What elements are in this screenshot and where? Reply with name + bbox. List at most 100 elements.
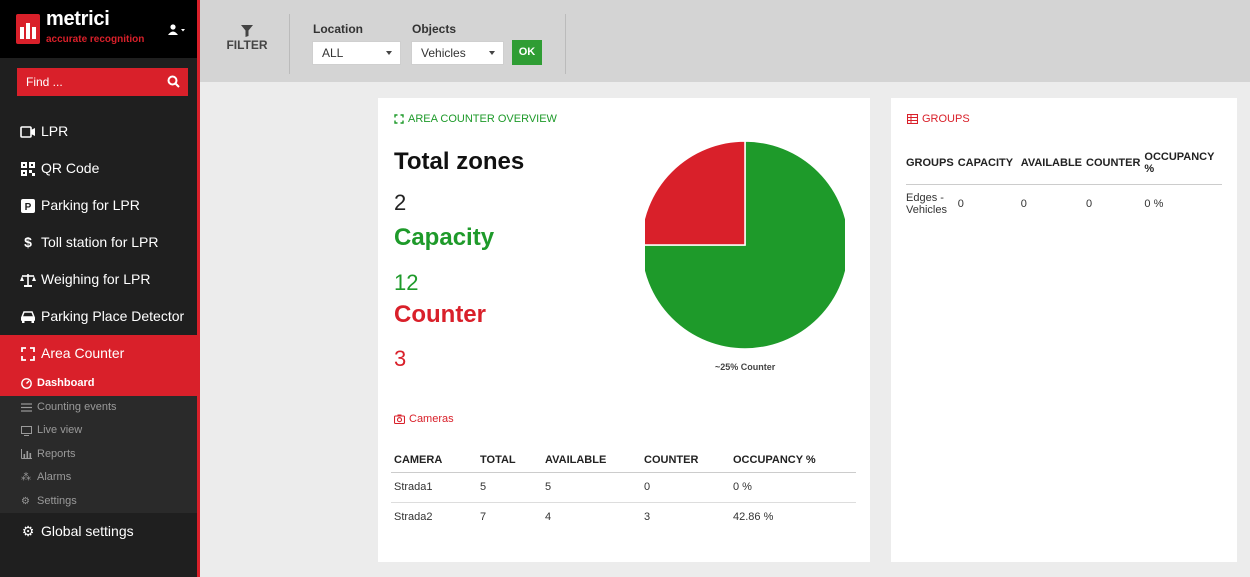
nav-item-label: Area Counter xyxy=(41,345,125,361)
filter-label: FILTER xyxy=(226,38,268,52)
table-cell: Strada1 xyxy=(391,472,477,503)
table-header-row: GROUPS CAPACITY AVAILABLE COUNTER OCCUPA… xyxy=(906,142,1222,185)
user-menu-icon[interactable] xyxy=(168,24,186,38)
subnav-item-label: Counting events xyxy=(37,400,117,413)
table-header-row: CAMERA TOTAL AVAILABLE COUNTER OCCUPANCY… xyxy=(391,448,856,473)
column-header: COUNTER xyxy=(641,448,730,473)
table-row: Strada1 5 5 0 0 % xyxy=(391,472,856,503)
location-select[interactable]: ALL xyxy=(312,41,401,65)
column-header: OCCUPANCY % xyxy=(1144,142,1222,185)
subnav-item-dashboard[interactable]: Dashboard xyxy=(0,372,197,396)
nav-item-label: Parking Place Detector xyxy=(41,308,185,324)
subnav-item-alarms[interactable]: ⁂ Alarms xyxy=(0,466,197,490)
subnav-item-counting-events[interactable]: Counting events xyxy=(0,396,197,420)
overview-title-text: AREA COUNTER OVERVIEW xyxy=(408,113,557,125)
table-icon xyxy=(907,114,918,124)
filter-icon xyxy=(241,25,253,37)
total-zones-label: Total zones xyxy=(394,148,525,175)
table-cell: 0 % xyxy=(1144,198,1164,211)
nav-item-lpr[interactable]: LPR xyxy=(0,113,197,150)
objects-select[interactable]: Vehicles xyxy=(411,41,504,65)
nav-item-label: Parking for LPR xyxy=(41,197,140,213)
brand-header: metrici accurate recognition xyxy=(0,0,197,58)
search-button[interactable] xyxy=(160,68,188,96)
table-cell: Edges - Vehicles xyxy=(906,192,947,217)
pie-caption: ~25% Counter xyxy=(715,362,776,372)
table-cell: 0 xyxy=(1020,198,1027,211)
column-header: CAMERA xyxy=(391,448,477,473)
table-cell: 7 xyxy=(480,511,487,524)
occupancy-pie-chart xyxy=(645,140,845,350)
column-header: TOTAL xyxy=(477,448,542,473)
table-cell: Strada2 xyxy=(394,511,433,524)
chevron-down-icon xyxy=(489,51,495,55)
location-value: ALL xyxy=(322,46,344,60)
subnav-item-label: Live view xyxy=(37,424,83,436)
subnav-item-label: Dashboard xyxy=(37,377,95,389)
search-input[interactable] xyxy=(17,68,159,96)
table-cell: 3 xyxy=(644,511,651,524)
qrcode-icon xyxy=(20,161,36,177)
capacity-label: Capacity xyxy=(394,224,495,251)
overview-panel: AREA COUNTER OVERVIEW Total zones 2 Capa… xyxy=(378,98,870,562)
subnav-item-label: Reports xyxy=(37,447,76,460)
cameras-title: Cameras xyxy=(394,413,454,425)
groups-panel: GROUPS GROUPS CAPACITY AVAILABLE COUNTER… xyxy=(891,98,1237,562)
nav-item-toll-station[interactable]: $ Toll station for LPR xyxy=(0,224,197,261)
area-counter-submenu: Dashboard Counting events Live view Repo… xyxy=(0,372,197,513)
parking-icon: P xyxy=(20,198,36,214)
subnav-item-label: Settings xyxy=(37,494,77,507)
scale-icon xyxy=(20,272,36,288)
divider xyxy=(289,14,290,74)
counter-value: 3 xyxy=(394,346,407,371)
nav-item-parking-for-lpr[interactable]: P Parking for LPR xyxy=(0,187,197,224)
nav-item-area-counter[interactable]: Area Counter xyxy=(0,335,197,372)
nav-item-label: Global settings xyxy=(41,523,134,539)
table-row: Edges - Vehicles 0 0 0 0 % xyxy=(906,184,1222,224)
gear-icon: ⚙ xyxy=(21,495,30,507)
pie-slice-counter xyxy=(645,140,746,246)
filter-bar: FILTER Location ALL Objects Vehicles OK xyxy=(200,0,1250,82)
nav-item-label: QR Code xyxy=(41,160,100,176)
alarm-icon: ⁂ xyxy=(21,472,31,483)
subnav-item-live-view[interactable]: Live view xyxy=(0,419,197,443)
table-cell: 4 xyxy=(545,511,552,524)
monitor-icon xyxy=(21,425,34,436)
subnav-item-reports[interactable]: Reports xyxy=(0,443,197,467)
nav-item-qr-code[interactable]: QR Code xyxy=(0,150,197,187)
main-nav: LPR QR Code P Parking for LPR $ Toll sta… xyxy=(0,113,197,550)
table-cell: 5 xyxy=(477,472,542,503)
dashboard-icon xyxy=(21,378,34,390)
cameras-table: CAMERA TOTAL AVAILABLE COUNTER OCCUPANCY… xyxy=(391,448,856,532)
brand-name: metrici xyxy=(46,8,110,30)
nav-item-label: LPR xyxy=(41,123,69,139)
area-icon xyxy=(394,114,404,124)
capacity-value: 12 xyxy=(394,270,419,295)
ok-button[interactable]: OK xyxy=(512,40,542,65)
sidebar: metrici accurate recognition LPR QR Code… xyxy=(0,0,197,577)
table-cell: 0 xyxy=(1086,198,1093,211)
metrici-logo xyxy=(16,14,40,44)
search-icon xyxy=(167,75,180,88)
subnav-item-settings[interactable]: ⚙ Settings xyxy=(0,490,197,514)
chart-icon xyxy=(21,449,34,460)
nav-item-label: Toll station for LPR xyxy=(41,234,159,250)
table-cell: 0 xyxy=(957,198,964,211)
counter-label: Counter xyxy=(394,301,486,328)
nav-item-parking-place-detector[interactable]: Parking Place Detector xyxy=(0,298,197,335)
filter-button[interactable]: FILTER xyxy=(226,25,268,52)
column-header: GROUPS xyxy=(906,142,958,185)
groups-table: GROUPS CAPACITY AVAILABLE COUNTER OCCUPA… xyxy=(906,142,1222,224)
location-label: Location xyxy=(313,22,363,36)
table-cell: 0 xyxy=(641,472,730,503)
column-header: AVAILABLE xyxy=(1020,142,1086,185)
camera-icon xyxy=(394,414,405,424)
divider xyxy=(565,14,566,74)
nav-item-weighing[interactable]: Weighing for LPR xyxy=(0,261,197,298)
overview-title: AREA COUNTER OVERVIEW xyxy=(394,113,557,125)
nav-item-global-settings[interactable]: ⚙ Global settings xyxy=(0,513,197,550)
objects-label: Objects xyxy=(412,22,457,36)
total-zones-value: 2 xyxy=(394,190,407,215)
nav-item-label: Weighing for LPR xyxy=(41,271,151,287)
sidebar-edge xyxy=(197,0,200,577)
